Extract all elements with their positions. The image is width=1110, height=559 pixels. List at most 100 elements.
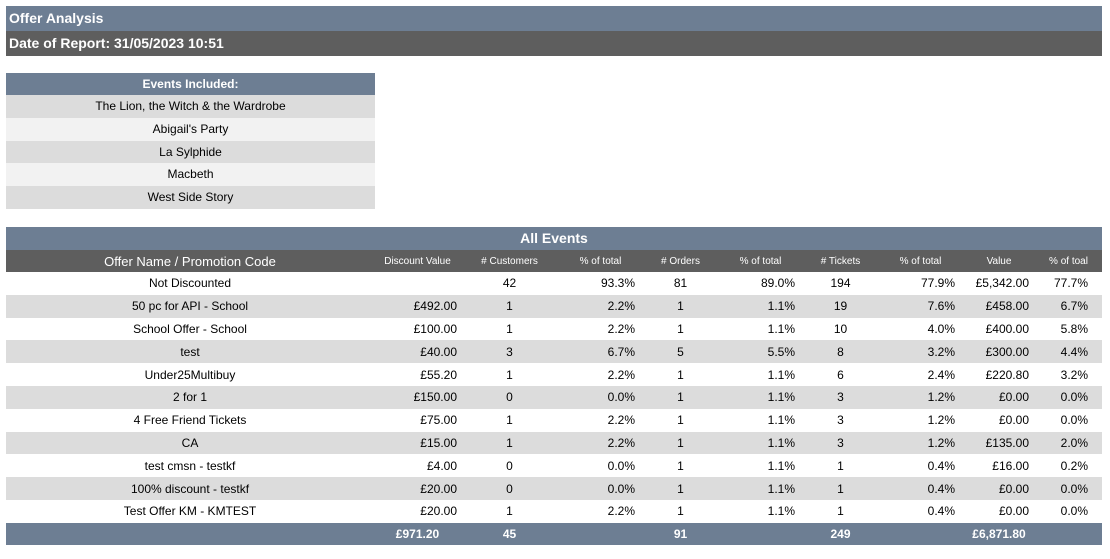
column-header-orders: # Orders (661, 255, 700, 267)
cell-tickets: 1 (837, 458, 844, 473)
column-header-tickets-pct: % of total (899, 255, 942, 267)
column-header-value-pct: % of toal (1049, 255, 1088, 267)
cell-offer-name: Not Discounted (148, 276, 232, 291)
table-row: Under25Multibuy £55.20 1 2.2% 1 1.1% 6 2.4% £220… (6, 363, 1102, 386)
cell-value: £16.00 (992, 458, 1029, 473)
cell-orders-pct: 1.1% (767, 390, 795, 405)
table-row: Not Discounted 42 93.3% 81 89.0% 194 77.9% £5,3… (6, 272, 1102, 295)
cell-discount-value: £20.00 (420, 504, 457, 519)
cell-orders: 1 (677, 435, 684, 450)
cell-discount-value: £150.00 (413, 390, 457, 405)
cell-orders-pct: 1.1% (767, 299, 795, 314)
cell-orders-pct: 1.1% (767, 458, 795, 473)
cell-customers: 1 (506, 435, 513, 450)
column-header-customers: # Customers (481, 255, 538, 267)
event-item: The Lion, the Witch & the Wardrobe (6, 95, 375, 118)
events-list: The Lion, the Witch & the Wardrobe Abiga… (6, 95, 375, 209)
cell-orders-pct: 1.1% (767, 435, 795, 450)
cell-customers-pct: 0.0% (607, 458, 635, 473)
cell-customers-pct: 2.2% (607, 504, 635, 519)
cell-value: £458.00 (985, 299, 1029, 314)
event-item: La Sylphide (6, 140, 375, 164)
cell-tickets: 194 (830, 276, 851, 291)
cell-value: £5,342.00 (975, 276, 1029, 291)
table-row: CA £15.00 1 2.2% 1 1.1% 3 1.2% £135.00 2.0% (6, 431, 1102, 455)
cell-orders: 1 (677, 413, 684, 428)
total-cell (1035, 523, 1102, 545)
table-row: 50 pc for API - School £492.00 1 2.2% 1 1.1% 1… (6, 294, 1102, 318)
cell-customers: 1 (506, 413, 513, 428)
cell-tickets-pct: 0.4% (927, 458, 955, 473)
table-row: 2 for 1 £150.00 0 0.0% 1 1.1% 3 1.2% £0.00 0.0% (6, 385, 1102, 409)
cell-tickets-pct: 1.2% (927, 435, 955, 450)
cell-tickets-pct: 3.2% (927, 344, 955, 359)
cell-tickets: 3 (837, 435, 844, 450)
cell-value: £0.00 (998, 413, 1029, 428)
cell-customers: 0 (506, 458, 513, 473)
cell-customers: 1 (506, 299, 513, 314)
cell-value: £300.00 (985, 344, 1029, 359)
cell-tickets: 1 (837, 481, 844, 496)
report-title: Offer Analysis (6, 6, 1102, 31)
cell-customers-pct: 2.2% (607, 367, 635, 382)
cell-customers: 1 (506, 367, 513, 382)
cell-tickets-pct: 77.9% (920, 276, 955, 291)
column-header-customers-pct: % of total (579, 255, 622, 267)
cell-orders: 81 (673, 276, 688, 291)
cell-value: £220.80 (985, 367, 1029, 382)
cell-customers: 0 (506, 481, 513, 496)
cell-offer-name: 2 for 1 (172, 390, 208, 405)
cell-customers-pct: 2.2% (607, 299, 635, 314)
table-row: School Offer - School £100.00 1 2.2% 1 1.1% 10… (6, 317, 1102, 341)
total-cell (718, 523, 803, 545)
cell-customers: 42 (502, 276, 517, 291)
cell-tickets: 3 (837, 413, 844, 428)
cell-tickets-pct: 1.2% (927, 390, 955, 405)
event-item: Abigail's Party (6, 117, 375, 141)
cell-offer-name: CA (181, 435, 199, 450)
offers-table-totals-row: £971.20 45 91 249 £6,871.80 (6, 522, 1102, 545)
cell-tickets-pct: 2.4% (927, 367, 955, 382)
cell-orders: 1 (677, 390, 684, 405)
cell-offer-name: test cmsn - testkf (144, 458, 236, 473)
cell-orders-pct: 1.1% (767, 504, 795, 519)
cell-customers-pct: 93.3% (600, 276, 635, 291)
cell-orders: 1 (677, 367, 684, 382)
column-header-discount-value: Discount Value (384, 255, 451, 267)
cell-value: £400.00 (985, 321, 1029, 336)
cell-customers: 1 (506, 321, 513, 336)
column-header-offer-name: Offer Name / Promotion Code (104, 253, 276, 269)
cell-offer-name: Test Offer KM - KMTEST (123, 504, 257, 519)
cell-offer-name: School Offer - School (133, 321, 247, 336)
events-included-table: Events Included: The Lion, the Witch & t… (6, 73, 375, 209)
cell-orders: 1 (677, 321, 684, 336)
cell-value-pct: 6.7% (1060, 299, 1088, 314)
cell-tickets-pct: 4.0% (927, 321, 955, 336)
cell-orders: 1 (677, 504, 684, 519)
cell-tickets: 10 (833, 321, 848, 336)
total-orders: 91 (673, 526, 688, 541)
cell-orders-pct: 1.1% (767, 367, 795, 382)
cell-customers: 1 (506, 504, 513, 519)
cell-orders: 1 (677, 299, 684, 314)
events-included-heading: Events Included: (6, 73, 375, 95)
cell-tickets: 6 (837, 367, 844, 382)
cell-value-pct: 3.2% (1060, 367, 1088, 382)
cell-discount-value: £40.00 (420, 344, 457, 359)
cell-value-pct: 0.0% (1060, 413, 1088, 428)
cell-offer-name: 100% discount - testkf (130, 481, 250, 496)
cell-discount-value: £20.00 (420, 481, 457, 496)
table-row: test cmsn - testkf £4.00 0 0.0% 1 1.1% 1 0.4% £1… (6, 454, 1102, 478)
offers-table-body: Not Discounted 42 93.3% 81 89.0% 194 77.9% £5,3… (6, 272, 1102, 523)
cell-value-pct: 0.2% (1060, 458, 1088, 473)
cell-tickets: 8 (837, 344, 844, 359)
cell-orders-pct: 89.0% (760, 276, 795, 291)
cell-customers-pct: 2.2% (607, 413, 635, 428)
cell-tickets-pct: 1.2% (927, 413, 955, 428)
cell-customers-pct: 6.7% (607, 344, 635, 359)
cell-offer-name: Under25Multibuy (144, 367, 236, 382)
total-value: £6,871.80 (972, 526, 1026, 541)
table-row: test £40.00 3 6.7% 5 5.5% 8 3.2% £300.00 4.4% (6, 340, 1102, 364)
cell-customers: 0 (506, 390, 513, 405)
cell-value-pct: 0.0% (1060, 390, 1088, 405)
